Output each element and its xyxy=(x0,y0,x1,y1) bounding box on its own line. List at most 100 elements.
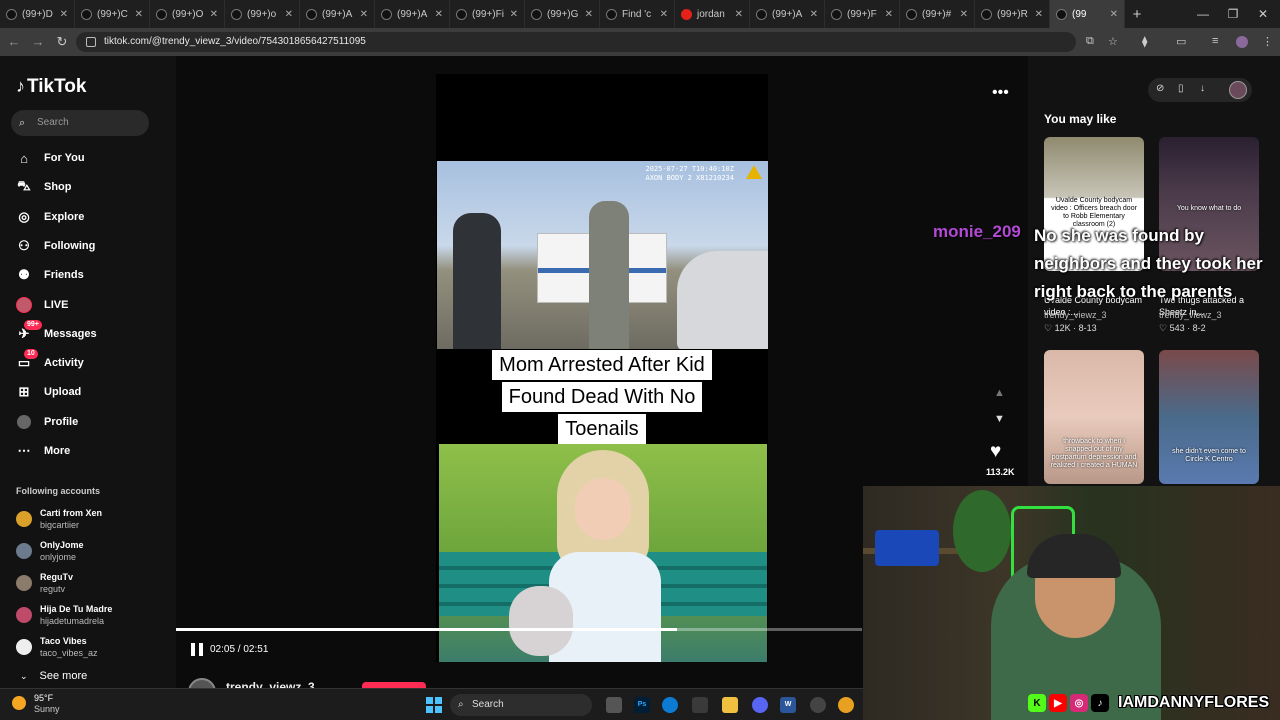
weather-condition[interactable]: Sunny xyxy=(34,704,60,714)
rec-author[interactable]: trendy_viewz_3 xyxy=(1159,310,1222,320)
forward-icon[interactable]: → xyxy=(30,34,46,49)
weather-temp[interactable]: 95°F xyxy=(34,693,53,703)
following-account[interactable]: ReguTv regutv xyxy=(16,571,73,595)
coins-icon[interactable]: ⊘ xyxy=(1156,83,1164,94)
rec-thumbnail-3[interactable]: throwback to when i snapped out of my po… xyxy=(1044,350,1144,484)
discord-icon[interactable] xyxy=(752,697,768,713)
extensions-icon[interactable]: ⧫ xyxy=(1142,35,1147,48)
download-icon[interactable]: ↓ xyxy=(1200,83,1205,94)
heart-icon[interactable]: ♥ xyxy=(990,441,1001,463)
sidebar-item-activity[interactable]: ▭ 10 Activity xyxy=(16,349,84,374)
close-tab-icon[interactable]: ✕ xyxy=(585,9,593,20)
search-input[interactable]: ⌕ Search xyxy=(11,110,149,136)
reload-icon[interactable]: ↻ xyxy=(54,34,70,50)
bodycam-timestamp: 2025-07-27 T10:40:10Z AXON BODY 2 X81210… xyxy=(645,165,734,182)
browser-tab[interactable]: (99+)O ✕ xyxy=(150,0,225,28)
close-tab-icon[interactable]: ✕ xyxy=(435,9,443,20)
site-info-icon[interactable] xyxy=(86,37,96,47)
new-tab-icon[interactable]: + xyxy=(1125,6,1149,23)
close-tab-icon[interactable]: ✕ xyxy=(735,9,743,20)
browser-tab[interactable]: (99+)F ✕ xyxy=(825,0,900,28)
restore-icon[interactable]: ❐ xyxy=(1218,0,1248,28)
close-tab-icon[interactable]: ✕ xyxy=(660,9,668,20)
close-tab-icon[interactable]: ✕ xyxy=(135,9,143,20)
chrome-menu-icon[interactable]: ⋮ xyxy=(1262,35,1273,48)
video-progress-bar[interactable] xyxy=(176,628,862,631)
obs-icon[interactable] xyxy=(810,697,826,713)
sidepanel-icon[interactable]: ▭ xyxy=(1176,35,1186,48)
edge-icon[interactable] xyxy=(662,697,678,713)
browser-tab[interactable]: (99+)G ✕ xyxy=(525,0,600,28)
close-tab-icon[interactable]: ✕ xyxy=(210,9,218,20)
windows-start-icon[interactable] xyxy=(426,697,442,713)
sidebar-item-live[interactable]: LIVE xyxy=(16,294,68,316)
sidebar-item-friends[interactable]: ⚉ Friends xyxy=(16,264,84,286)
close-tab-icon[interactable]: ✕ xyxy=(360,9,368,20)
following-account[interactable]: Hija De Tu Madre hijadetumadrela xyxy=(16,603,112,627)
logo-text: TikTok xyxy=(27,76,87,97)
more-options-icon[interactable]: ••• xyxy=(992,84,1009,102)
following-account[interactable]: Taco Vibes taco_vibes_az xyxy=(16,635,98,659)
photoshop-icon[interactable]: Ps xyxy=(634,697,650,713)
close-tab-icon[interactable]: ✕ xyxy=(810,9,818,20)
address-bar[interactable]: tiktok.com/@trendy_viewz_3/video/7543018… xyxy=(76,32,1076,52)
minimize-icon[interactable]: — xyxy=(1188,0,1218,28)
see-more-button[interactable]: ⌄ See more xyxy=(20,670,87,682)
file-explorer-icon[interactable] xyxy=(722,697,738,713)
following-account[interactable]: OnlyJome onlyjome xyxy=(16,539,84,563)
bookmark-star-icon[interactable]: ☆ xyxy=(1108,35,1118,48)
browser-tab[interactable]: (99+)A ✕ xyxy=(300,0,375,28)
close-tab-icon[interactable]: ✕ xyxy=(960,9,968,20)
sidebar-item-following[interactable]: ⚇ Following xyxy=(16,235,95,257)
store-icon[interactable] xyxy=(692,697,708,713)
sun-icon[interactable] xyxy=(12,696,26,710)
close-tab-icon[interactable]: ✕ xyxy=(285,9,293,20)
task-view-icon[interactable] xyxy=(606,697,622,713)
sidebar-item-label: Upload xyxy=(44,386,82,399)
rec-author[interactable]: trendy_viewz_3 xyxy=(1044,310,1107,320)
user-avatar[interactable] xyxy=(1229,81,1247,99)
device-icon[interactable]: ▯ xyxy=(1178,83,1184,94)
taskbar-search[interactable]: ⌕ Search xyxy=(450,694,592,716)
sidebar-item-messages[interactable]: ✈ 99+ Messages xyxy=(16,319,97,345)
sidebar-item-for-you[interactable]: ⌂ For You xyxy=(16,147,84,169)
kick-icon: K xyxy=(1028,694,1046,712)
browser-tab[interactable]: (99 ✕ xyxy=(1050,0,1125,28)
chrome-profile-avatar[interactable] xyxy=(1236,36,1248,48)
rec-likes: 543 xyxy=(1169,323,1185,333)
browser-tab[interactable]: jordan ✕ xyxy=(675,0,750,28)
rec-thumbnail-4[interactable]: she didn't even come to Circle K Centro xyxy=(1159,350,1259,484)
browser-tab[interactable]: (99+)D ✕ xyxy=(0,0,75,28)
back-icon[interactable]: ← xyxy=(6,34,22,49)
browser-tab[interactable]: (99+)R ✕ xyxy=(975,0,1050,28)
tiktok-logo[interactable]: ♪ TikTok xyxy=(16,76,86,98)
media-icon[interactable]: ≡ xyxy=(1212,35,1218,47)
sidebar-item-profile[interactable]: Profile xyxy=(16,411,78,433)
browser-tab[interactable]: (99+)C ✕ xyxy=(75,0,150,28)
previous-video-icon[interactable]: ▲ xyxy=(994,387,1005,399)
close-tab-icon[interactable]: ✕ xyxy=(1110,9,1118,20)
close-window-icon[interactable]: ✕ xyxy=(1248,0,1278,28)
sidebar-item-shop[interactable]: ⛍ Shop xyxy=(16,176,71,198)
next-video-icon[interactable]: ▼ xyxy=(994,413,1005,425)
browser-tab[interactable]: (99+)A ✕ xyxy=(750,0,825,28)
browser-tab[interactable]: (99+)o ✕ xyxy=(225,0,300,28)
close-tab-icon[interactable]: ✕ xyxy=(60,9,68,20)
sidebar-item-more[interactable]: ⋯ More xyxy=(16,440,71,462)
cast-icon[interactable]: ⧉ xyxy=(1086,35,1094,48)
browser-tab[interactable]: (99+)Fi ✕ xyxy=(450,0,525,28)
pause-icon[interactable] xyxy=(191,643,203,656)
close-tab-icon[interactable]: ✕ xyxy=(885,9,893,20)
chrome-icon[interactable] xyxy=(838,697,854,713)
following-account[interactable]: Carti from Xen bigcartiier xyxy=(16,507,102,531)
browser-tab[interactable]: (99+)# ✕ xyxy=(900,0,975,28)
tab-label: (99+)G xyxy=(547,8,579,20)
close-tab-icon[interactable]: ✕ xyxy=(510,9,518,20)
browser-tab[interactable]: (99+)A ✕ xyxy=(375,0,450,28)
browser-tab[interactable]: Find 'c ✕ xyxy=(600,0,675,28)
sidebar-item-upload[interactable]: ⊞ Upload xyxy=(16,381,82,403)
close-tab-icon[interactable]: ✕ xyxy=(1035,9,1043,20)
word-icon[interactable]: W xyxy=(780,697,796,713)
sidebar-item-explore[interactable]: ◎ Explore xyxy=(16,206,84,228)
compass-icon: ◎ xyxy=(18,208,30,224)
